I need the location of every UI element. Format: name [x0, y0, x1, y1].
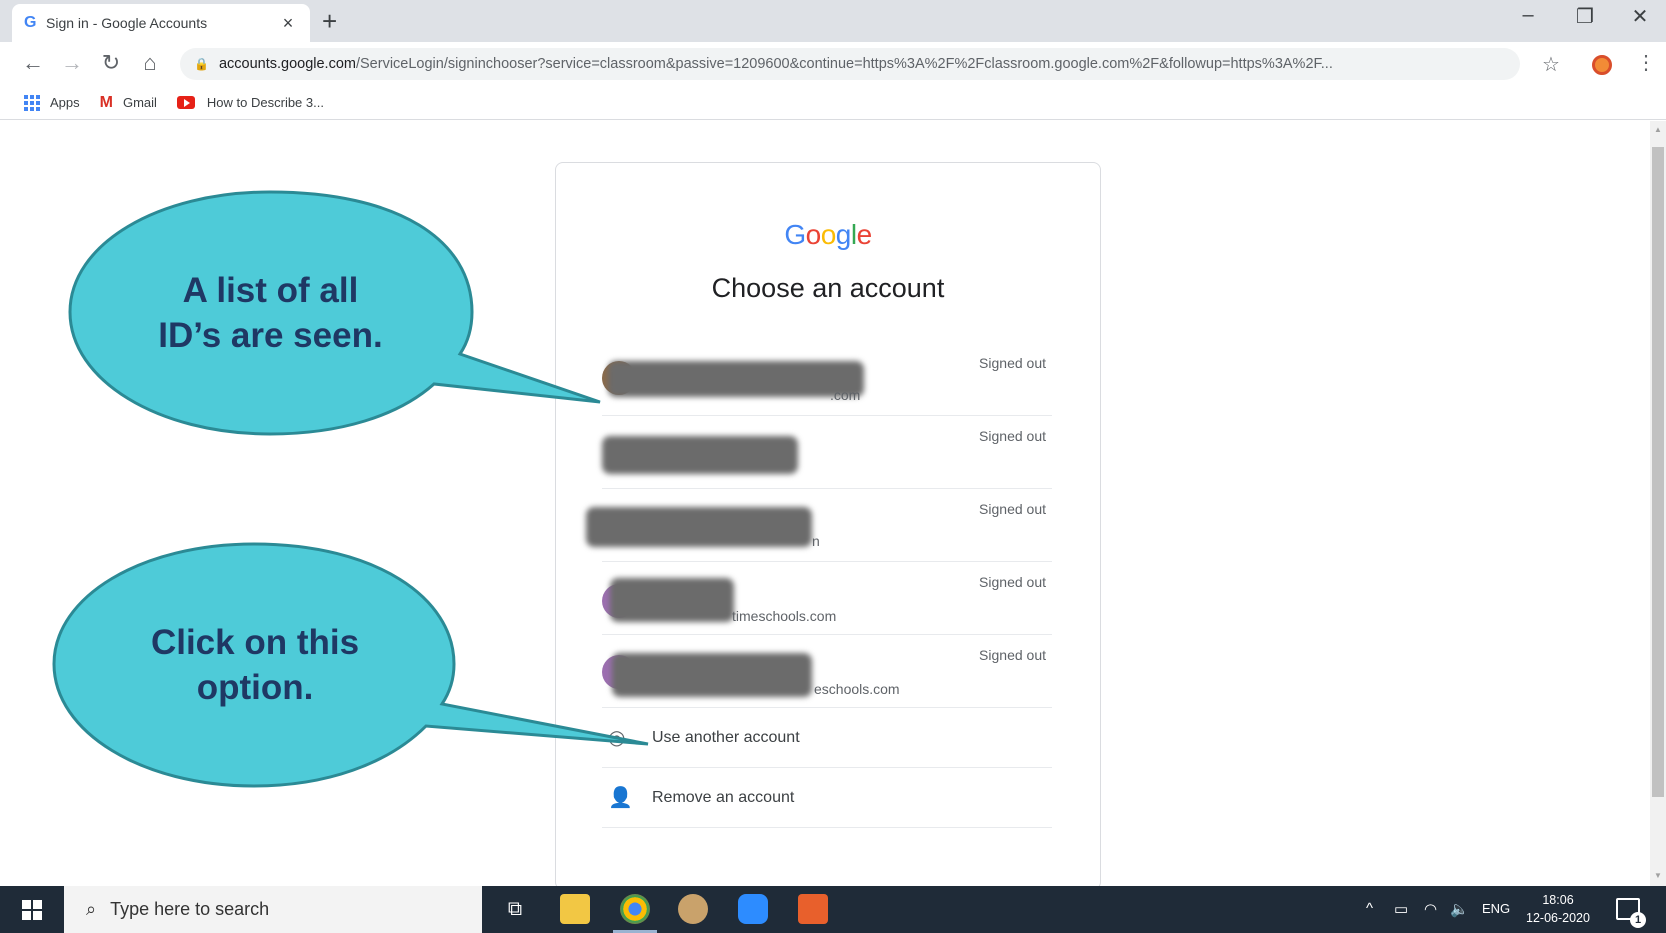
account-item[interactable]: .com Signed out [602, 343, 1052, 416]
file-explorer-icon[interactable] [560, 894, 590, 924]
bookmark-apps-label: Apps [50, 95, 80, 110]
windows-start-icon[interactable] [22, 900, 42, 920]
callout-use-another: Click on this option. [52, 542, 652, 792]
close-tab-icon[interactable]: × [278, 13, 298, 34]
callout-text: A list of all ID’s are seen. [158, 271, 383, 355]
restore-button[interactable]: ❐ [1565, 4, 1605, 29]
clock-time: 18:06 [1542, 893, 1574, 907]
account-status: Signed out [979, 647, 1046, 663]
youtube-icon [176, 96, 195, 109]
bookmarks-bar: Apps M Gmail How to Describe 3... [0, 86, 1666, 120]
page-scrollbar[interactable]: ▲ ▼ [1650, 121, 1666, 886]
use-another-account-button[interactable]: ◎ Use another account [602, 708, 1052, 768]
powerpoint-icon[interactable] [798, 894, 828, 924]
home-icon[interactable]: ⌂ [135, 50, 165, 76]
url-host: accounts.google.com [218, 56, 356, 72]
search-placeholder: Type here to search [110, 899, 270, 919]
zoom-icon[interactable] [738, 894, 768, 924]
redacted-account-info [586, 507, 812, 547]
wifi-icon[interactable]: ◠ [1424, 900, 1437, 918]
profile-avatar-icon[interactable] [1592, 55, 1612, 75]
more-menu-icon[interactable]: ⋮ [1636, 50, 1656, 75]
callout-accounts-list: A list of all ID’s are seen. [68, 190, 608, 440]
address-bar[interactable]: 🔒 accounts.google.com/ServiceLogin/signi… [180, 48, 1520, 80]
scroll-down-icon[interactable]: ▼ [1654, 871, 1662, 880]
redacted-account-info [608, 361, 864, 397]
lock-icon[interactable]: 🔒 [194, 57, 209, 71]
account-email-fragment: eschools.com [814, 681, 900, 697]
minimize-button[interactable]: – [1508, 4, 1548, 27]
account-item[interactable]: n Signed out [586, 489, 1052, 562]
bookmark-gmail[interactable]: M Gmail [100, 94, 157, 112]
chrome-icon[interactable] [620, 894, 650, 924]
bookmark-star-icon[interactable]: ☆ [1542, 52, 1560, 77]
page-title: Choose an account [711, 273, 945, 303]
paint-icon[interactable] [678, 894, 708, 924]
remove-account-button[interactable]: 👤 Remove an account [602, 768, 1052, 828]
bookmark-youtube-label: How to Describe 3... [206, 95, 324, 110]
account-item[interactable]: Signed out [602, 416, 1052, 489]
url-text: accounts.google.com/ServiceLogin/signinc… [219, 56, 1333, 72]
account-item[interactable]: eschools.com Signed out [602, 635, 1052, 708]
reload-icon[interactable]: ↻ [96, 50, 126, 76]
battery-icon[interactable]: ▭ [1394, 900, 1408, 918]
back-icon[interactable]: ← [18, 50, 48, 76]
forward-icon[interactable]: → [57, 50, 87, 76]
browser-toolbar: ← → ↻ ⌂ 🔒 accounts.google.com/ServiceLog… [0, 42, 1666, 86]
apps-grid-icon [24, 94, 40, 111]
account-status: Signed out [979, 428, 1046, 444]
scroll-thumb[interactable] [1652, 147, 1664, 797]
redacted-account-info [602, 436, 798, 474]
account-item[interactable]: timeschools.com Signed out [602, 562, 1052, 635]
close-window-button[interactable]: ✕ [1620, 4, 1660, 29]
google-favicon-icon: G [24, 14, 37, 31]
notification-badge: 1 [1630, 912, 1646, 928]
system-clock[interactable]: 18:06 12-06-2020 [1524, 891, 1592, 927]
account-status: Signed out [979, 355, 1046, 371]
callout-text: Click on this option. [150, 623, 360, 707]
gmail-icon: M [99, 93, 113, 111]
account-email-fragment: .com [830, 387, 861, 403]
use-another-account-label: Use another account [652, 728, 800, 746]
clock-date: 12-06-2020 [1526, 911, 1590, 925]
account-status: Signed out [979, 574, 1046, 590]
tab-signin[interactable]: G Sign in - Google Accounts × [12, 4, 310, 42]
bookmark-youtube[interactable]: How to Describe 3... [176, 95, 324, 110]
language-indicator[interactable]: ENG [1482, 901, 1510, 916]
chevron-up-icon[interactable]: ^ [1366, 900, 1373, 917]
bookmark-apps[interactable]: Apps [24, 94, 80, 111]
volume-icon[interactable]: 🔈 [1450, 900, 1469, 918]
account-email-fragment: timeschools.com [732, 608, 837, 624]
windows-taskbar: ⌕ Type here to search ⧉ ^ ▭ ◠ 🔈 ENG 18:0… [0, 886, 1666, 933]
scroll-up-icon[interactable]: ▲ [1654, 125, 1662, 134]
url-path: /ServiceLogin/signinchooser?service=clas… [355, 56, 1333, 72]
account-email-fragment: n [812, 533, 820, 549]
remove-account-label: Remove an account [652, 788, 795, 806]
tab-title: Sign in - Google Accounts [46, 15, 208, 31]
new-tab-button[interactable]: + [322, 6, 337, 37]
taskbar-search-input[interactable]: ⌕ Type here to search [64, 886, 482, 933]
account-status: Signed out [979, 501, 1046, 517]
search-icon: ⌕ [86, 899, 97, 919]
bookmark-gmail-label: Gmail [122, 95, 157, 110]
tab-strip: G Sign in - Google Accounts × + – ❐ ✕ [0, 0, 1666, 42]
task-view-icon[interactable]: ⧉ [500, 894, 530, 924]
google-logo: Google [784, 219, 872, 250]
